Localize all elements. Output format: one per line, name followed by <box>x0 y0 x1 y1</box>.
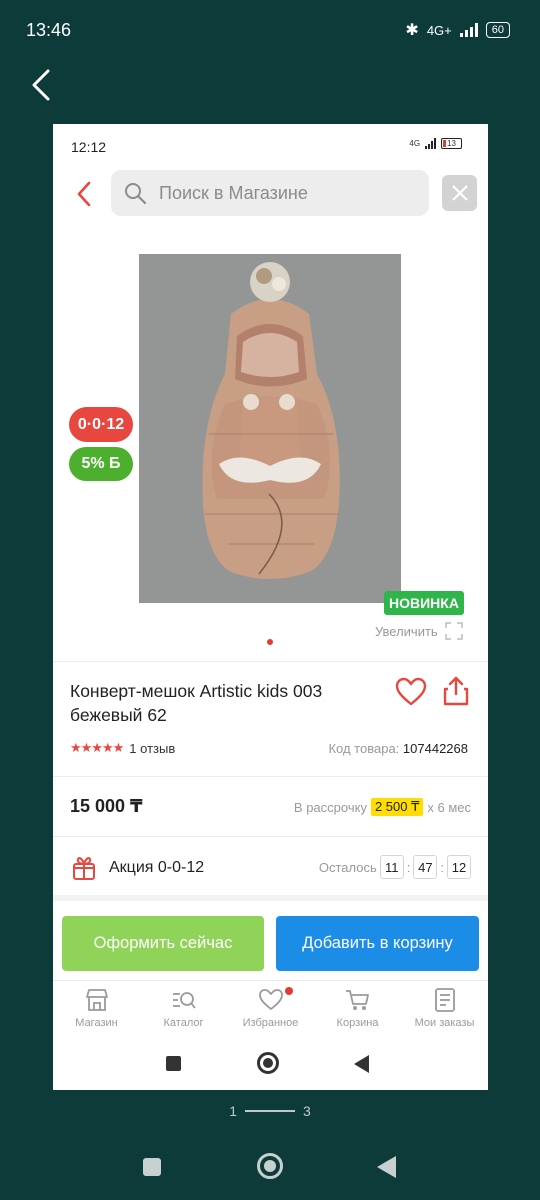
inner-signal-icon <box>425 138 437 149</box>
bonus-badge: 5% Б <box>69 447 133 481</box>
back-button[interactable] <box>377 1156 396 1178</box>
tab-orders[interactable]: Мои заказы <box>401 980 488 1042</box>
screenshot-preview: 12:12 4G 13 Поиск в Магазине 0·0·12 5% Б… <box>53 124 488 1090</box>
notification-dot <box>285 987 293 995</box>
inner-status-bar: 12:12 4G 13 <box>53 124 488 168</box>
outer-status-icons: ✱ 4G+ 60 <box>405 20 510 40</box>
bottom-tab-bar: Магазин Каталог Избранное Корзина Мои за… <box>53 980 488 1042</box>
home-icon <box>257 1052 279 1074</box>
shop-icon <box>85 989 108 1011</box>
timer-hours: 11 <box>379 855 404 879</box>
outer-clock: 13:46 <box>26 20 72 40</box>
pager-line <box>245 1110 295 1112</box>
zoom-button[interactable]: Увеличить <box>375 621 464 641</box>
back-icon[interactable] <box>75 180 93 208</box>
search-placeholder: Поиск в Магазине <box>159 182 308 203</box>
installment-info[interactable]: В рассрочку 2 500 ₸ x 6 мес <box>294 798 471 816</box>
reviews-count: 1 отзыв <box>129 740 176 756</box>
expand-icon <box>444 622 463 640</box>
inner-nav-bar <box>53 1046 488 1086</box>
inner-clock: 12:12 <box>71 139 107 155</box>
installment-badge: 0·0·12 <box>69 407 133 442</box>
new-badge: НОВИНКА <box>384 591 464 615</box>
product-image[interactable] <box>139 254 401 603</box>
tab-cart[interactable]: Корзина <box>314 980 401 1042</box>
share-icon[interactable] <box>442 675 470 707</box>
rating-row[interactable]: ★★★★★ 1 отзыв <box>70 740 175 756</box>
orders-icon <box>434 988 455 1012</box>
pager-total: 3 <box>303 1103 311 1119</box>
promo-label: Акция 0-0-12 <box>109 859 205 876</box>
network-label: 4G+ <box>426 22 452 38</box>
close-icon <box>451 185 468 201</box>
image-pager: 1 3 <box>0 1103 540 1119</box>
bluetooth-icon: ✱ <box>405 22 419 39</box>
home-button[interactable] <box>257 1153 283 1179</box>
timer-label: Осталось <box>318 859 377 875</box>
inner-battery-icon: 13 <box>441 138 462 149</box>
search-header: Поиск в Магазине <box>53 170 488 218</box>
pager-current: 1 <box>229 1103 237 1119</box>
product-code: Код товара: 107442268 <box>328 741 468 756</box>
installment-suffix: x 6 мес <box>427 799 471 815</box>
tab-label: Корзина <box>336 1017 379 1029</box>
gift-icon <box>73 857 95 880</box>
tab-label: Магазин <box>75 1017 118 1029</box>
recents-icon <box>166 1056 181 1071</box>
system-nav-bar <box>0 1140 540 1200</box>
inner-network-label: 4G <box>409 139 421 148</box>
tab-label: Избранное <box>242 1017 299 1029</box>
tab-catalog[interactable]: Каталог <box>140 980 227 1042</box>
close-button[interactable] <box>442 175 477 211</box>
promo-timer: Осталось 11 : 47 : 12 <box>319 855 471 879</box>
divider <box>53 836 488 837</box>
battery-icon: 60 <box>485 22 510 38</box>
timer-minutes: 47 <box>413 855 438 879</box>
product-title: Конверт-мешок Artistic kids 003 бежевый … <box>70 681 323 725</box>
cart-icon <box>345 990 369 1010</box>
tab-favorites[interactable]: Избранное <box>227 980 314 1042</box>
divider <box>53 661 488 662</box>
add-to-cart-button[interactable]: Добавить в корзину <box>276 916 479 971</box>
timer-seconds: 12 <box>447 855 471 879</box>
back-arrow-icon[interactable] <box>28 68 54 102</box>
product-code-value: 107442268 <box>402 741 468 756</box>
product-code-label: Код товара: <box>328 741 400 756</box>
heart-icon[interactable] <box>395 677 427 707</box>
outer-status-bar: 13:46 ✱ 4G+ 60 <box>0 0 540 62</box>
recents-button[interactable] <box>143 1158 161 1176</box>
section-separator <box>53 895 488 901</box>
product-price: 15 000 ₸ <box>70 796 143 816</box>
back-triangle-icon <box>354 1055 369 1073</box>
timer-separator: : <box>440 859 444 875</box>
catalog-search-icon <box>172 992 196 1009</box>
signal-icon <box>459 23 478 37</box>
search-input[interactable]: Поиск в Магазине <box>111 170 429 216</box>
tab-label: Каталог <box>163 1017 204 1029</box>
inner-status-icons: 4G 13 <box>409 138 462 149</box>
zoom-label: Увеличить <box>375 623 438 639</box>
tab-shop[interactable]: Магазин <box>53 980 140 1042</box>
heart-icon <box>258 989 283 1010</box>
installment-prefix: В рассрочку <box>293 799 367 815</box>
installment-amount: 2 500 ₸ <box>370 798 424 816</box>
search-icon <box>125 183 147 205</box>
star-rating-icon: ★★★★★ <box>70 740 124 755</box>
carousel-dot <box>267 639 273 645</box>
tab-label: Мои заказы <box>414 1017 475 1029</box>
divider <box>53 776 488 777</box>
timer-separator: : <box>406 859 411 875</box>
buy-now-button[interactable]: Оформить сейчас <box>62 916 264 971</box>
